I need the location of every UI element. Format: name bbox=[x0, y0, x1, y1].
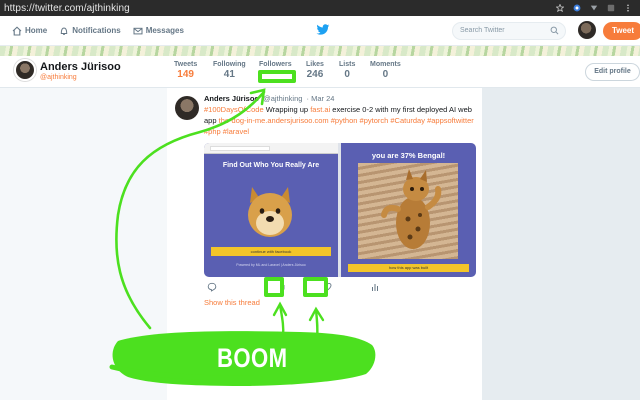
twitter-top-nav: Home Notifications Messages Search Twitt… bbox=[0, 16, 640, 46]
stat-label: Tweets bbox=[174, 61, 198, 68]
twitter-bird-icon[interactable] bbox=[316, 24, 330, 36]
stat-value: 41 bbox=[223, 69, 235, 80]
boom-label: BOOM bbox=[217, 343, 288, 373]
left-sidebar bbox=[0, 88, 167, 400]
nav-messages-label: Messages bbox=[145, 26, 184, 35]
stat-value: 246 bbox=[306, 69, 324, 80]
stat-followers[interactable]: Followers bbox=[259, 61, 292, 69]
stat-value: 0 bbox=[382, 69, 389, 80]
stat-value: 0 bbox=[344, 69, 350, 80]
stat-tweets[interactable]: Tweets 149 bbox=[170, 61, 201, 90]
tweet-avatar[interactable] bbox=[175, 96, 199, 120]
stat-label: Lists bbox=[339, 61, 356, 68]
powered-by-text: Powered by ML and Laravel | Anders Jüris… bbox=[236, 263, 306, 267]
stat-value: 149 bbox=[177, 69, 194, 80]
stat-likes[interactable]: Likes 246 bbox=[306, 61, 324, 80]
nav-notifications-label: Notifications bbox=[72, 26, 121, 35]
app-link[interactable]: the-dog-in-me.andersjurisoo.com bbox=[219, 116, 329, 125]
fastai-link[interactable]: fast.ai bbox=[310, 105, 330, 114]
how-built-button: how this app was built bbox=[348, 264, 469, 272]
nav-messages[interactable]: Messages bbox=[133, 26, 184, 36]
profile-nav: Anders Jürisoo @ajthinking Tweets 149 Fo… bbox=[0, 56, 640, 90]
show-thread-link[interactable]: Show this thread bbox=[204, 298, 260, 307]
more-vertical-icon[interactable] bbox=[624, 4, 632, 12]
tweet-media[interactable]: Find Out Who You Really Are continue wit… bbox=[204, 143, 476, 277]
envelope-icon bbox=[133, 27, 143, 34]
timeline: Anders Jürisoo @ajthinking · Mar 24 #100… bbox=[167, 88, 482, 400]
media-image-doge[interactable]: Find Out Who You Really Are continue wit… bbox=[204, 143, 338, 277]
browser-address-bar: https://twitter.com/ajthinking bbox=[0, 0, 640, 16]
tweet-author[interactable]: Anders Jürisoo bbox=[204, 94, 259, 103]
profile-handle[interactable]: @ajthinking bbox=[40, 74, 77, 81]
profile-avatar[interactable] bbox=[14, 59, 36, 81]
star-icon[interactable] bbox=[556, 4, 564, 12]
extension-icon[interactable] bbox=[573, 4, 581, 12]
home-icon bbox=[12, 25, 22, 36]
stat-following[interactable]: Following 41 bbox=[213, 61, 246, 80]
search-icon[interactable] bbox=[550, 26, 559, 35]
hashtag-link[interactable]: #100DaysOfCode bbox=[204, 105, 264, 114]
stat-lists[interactable]: Lists 0 bbox=[339, 61, 355, 80]
stat-label: Moments bbox=[370, 61, 401, 68]
screenshot-browser-chrome bbox=[204, 143, 338, 154]
nav-notifications[interactable]: Notifications bbox=[59, 26, 121, 36]
followers-highlight-box bbox=[258, 70, 296, 83]
search-placeholder: Search Twitter bbox=[460, 27, 505, 34]
tweet-button[interactable]: Tweet bbox=[603, 22, 640, 40]
tweet-text: #100DaysOfCode Wrapping up fast.ai exerc… bbox=[204, 104, 476, 137]
browser-toolbar-icons bbox=[556, 4, 640, 12]
account-avatar[interactable] bbox=[578, 21, 596, 39]
bell-icon bbox=[61, 26, 68, 35]
media-right-title: you are 37% Bengal! bbox=[371, 151, 446, 160]
media-left-title: Find Out Who You Really Are bbox=[222, 162, 320, 169]
nav-home-label: Home bbox=[25, 26, 48, 35]
edit-profile-button[interactable]: Edit profile bbox=[585, 63, 640, 81]
stat-moments[interactable]: Moments 0 bbox=[370, 61, 401, 80]
like-highlight-box bbox=[303, 277, 328, 297]
tweet-text-part: Wrapping up bbox=[263, 105, 311, 114]
extension-square-icon[interactable] bbox=[607, 4, 615, 12]
doge-image bbox=[248, 187, 292, 237]
profile-name[interactable]: Anders Jürisoo bbox=[40, 61, 121, 73]
retweet-highlight-box bbox=[264, 277, 284, 297]
media-image-cat[interactable]: you are 37% Bengal! how this app was bui… bbox=[341, 143, 476, 277]
stat-label: Followers bbox=[259, 61, 292, 68]
nav-home[interactable]: Home bbox=[12, 25, 48, 36]
url-text[interactable]: https://twitter.com/ajthinking bbox=[4, 3, 130, 14]
menu-down-icon[interactable] bbox=[590, 4, 598, 12]
stat-label: Following bbox=[213, 61, 246, 68]
reply-icon[interactable] bbox=[207, 282, 217, 292]
search-input[interactable]: Search Twitter bbox=[452, 22, 566, 40]
stat-label: Likes bbox=[306, 61, 324, 68]
tweet-date[interactable]: · Mar 24 bbox=[307, 94, 335, 103]
tweet-actions bbox=[204, 282, 476, 296]
tweet-header: Anders Jürisoo @ajthinking · Mar 24 bbox=[204, 94, 334, 103]
continue-facebook-button: continue with facebook bbox=[211, 247, 331, 256]
profile-banner bbox=[0, 46, 640, 56]
tweet-handle[interactable]: @ajthinking bbox=[263, 94, 302, 103]
cat-image bbox=[381, 169, 442, 249]
cat-photo bbox=[358, 163, 458, 259]
right-sidebar bbox=[482, 88, 640, 400]
analytics-icon[interactable] bbox=[370, 282, 380, 292]
